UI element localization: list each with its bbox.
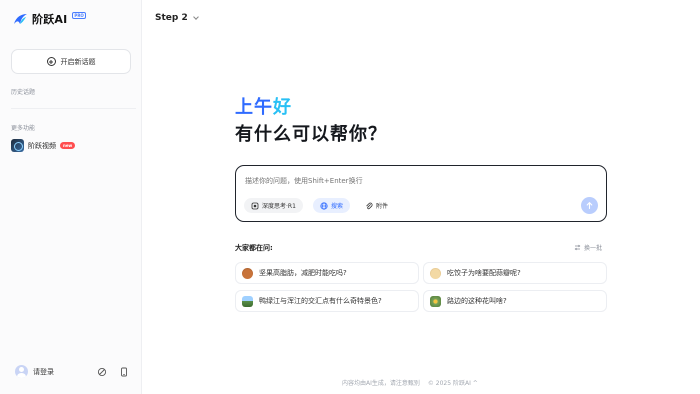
brand[interactable]: 阶跃AI PRO	[12, 11, 86, 27]
plus-circle-icon	[46, 57, 56, 66]
suggestion-text: 吃饺子为啥要配蒜瓣呢?	[447, 269, 521, 277]
suggestion-text: 坚果高脂肪，减肥时能吃吗?	[259, 269, 347, 277]
suggestion-text: 鸭绿江与浑江的交汇点有什么奇特景色?	[259, 297, 382, 305]
dumpling-icon	[430, 267, 441, 279]
mobile-app-icon[interactable]	[119, 367, 129, 377]
suggestion-text: 路边的这种花叫啥?	[447, 297, 507, 305]
shuffle-icon	[574, 244, 581, 251]
new-chat-label: 开启新话题	[60, 57, 96, 66]
flower-icon	[430, 295, 441, 307]
new-chat-button[interactable]: 开启新话题	[11, 49, 131, 74]
suggestion-card[interactable]: 鸭绿江与浑江的交汇点有什么奇特景色?	[235, 290, 419, 312]
globe-icon	[320, 201, 328, 210]
model-selector-label: Step 2	[155, 13, 188, 23]
chevron-down-icon	[192, 13, 199, 20]
scenery-icon	[242, 295, 253, 307]
brand-name: 阶跃AI	[32, 13, 68, 26]
copyright[interactable]: © 2025 阶跃AI ^	[428, 378, 478, 387]
search-toggle[interactable]: 搜索	[313, 198, 351, 213]
footer: 内容均由AI生成，请注意甄别 © 2025 阶跃AI ^	[342, 378, 478, 387]
more-features-label: 更多功能	[11, 125, 36, 132]
deep-think-label: 深度思考·R1	[262, 203, 296, 210]
sidebar-item-label: 阶跃视频	[28, 141, 56, 150]
suggestions-title: 大家都在问:	[235, 244, 273, 252]
login-label: 请登录	[33, 367, 54, 376]
sidebar-item-video[interactable]: 阶跃视频 new	[11, 139, 76, 152]
refresh-suggestions-button[interactable]: 换一批	[574, 243, 602, 252]
nut-icon	[242, 267, 253, 279]
video-app-icon	[11, 139, 24, 152]
suggestion-card[interactable]: 吃饺子为啥要配蒜瓣呢?	[423, 262, 607, 284]
suggestion-card[interactable]: 坚果高脂肪，减肥时能吃吗?	[235, 262, 419, 284]
arrow-up-icon	[586, 202, 593, 210]
greeting-time: 上午	[235, 97, 273, 118]
pro-badge: PRO	[72, 12, 86, 19]
sidebar-divider	[11, 108, 136, 109]
deep-think-toggle[interactable]: 深度思考·R1	[244, 198, 303, 213]
sidebar: 阶跃AI PRO 开启新话题 历史话题 更多功能 阶跃视频 new 请登录	[0, 0, 142, 394]
page-title: 有什么可以帮你？	[235, 124, 387, 145]
search-label: 搜索	[331, 203, 344, 210]
brain-icon	[251, 202, 259, 209]
attachment-button[interactable]: 附件	[358, 198, 395, 213]
theme-toggle-icon[interactable]	[97, 367, 107, 377]
chat-input[interactable]	[245, 177, 545, 185]
suggestion-card[interactable]: 路边的这种花叫啥?	[423, 290, 607, 312]
greeting-suffix: 好	[273, 97, 292, 118]
send-button[interactable]	[581, 197, 598, 214]
greeting: 上午好	[235, 93, 292, 119]
model-selector[interactable]: Step 2	[155, 13, 199, 23]
history-section-label: 历史话题	[11, 89, 36, 96]
attachment-label: 附件	[376, 203, 389, 210]
paperclip-icon	[366, 202, 373, 209]
stepfun-logo-icon	[14, 14, 27, 24]
refresh-label: 换一批	[584, 245, 603, 252]
new-badge: new	[60, 142, 76, 149]
avatar	[15, 365, 28, 378]
chat-input-box: 深度思考·R1 搜索 附件	[235, 165, 607, 222]
login-button[interactable]: 请登录	[15, 365, 54, 378]
ai-disclaimer: 内容均由AI生成，请注意甄别	[342, 380, 420, 387]
